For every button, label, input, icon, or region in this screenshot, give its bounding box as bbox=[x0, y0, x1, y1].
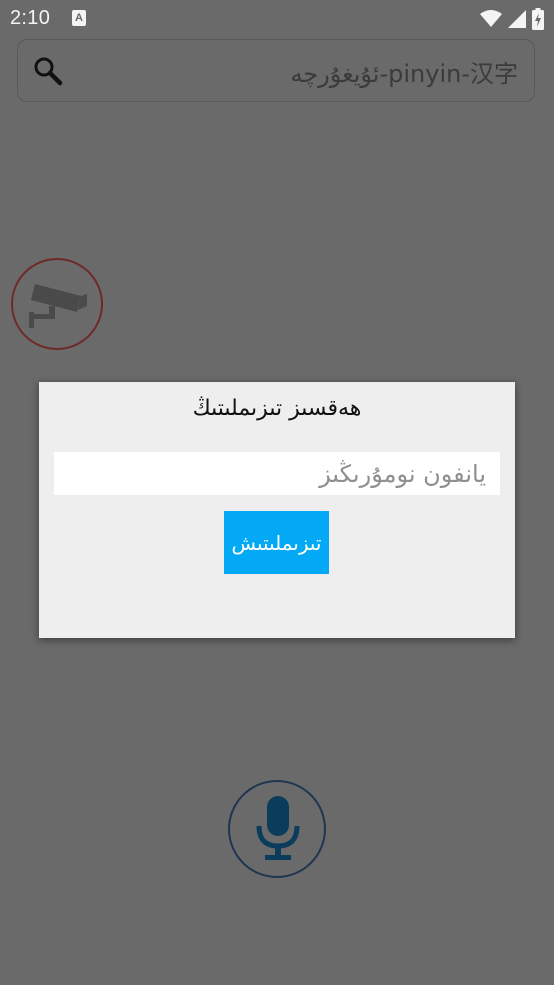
cctv-camera-icon bbox=[29, 284, 87, 328]
a-icon: A bbox=[72, 10, 86, 26]
status-time: 2:10 bbox=[10, 7, 51, 29]
register-button[interactable]: تىزىملىتىش bbox=[224, 511, 329, 574]
camera-button[interactable] bbox=[11, 258, 103, 350]
register-dialog: ھەقسىز تىزىملىتىڭ تىزىملىتىش bbox=[39, 382, 515, 638]
microphone-icon bbox=[256, 796, 300, 860]
search-icon[interactable] bbox=[33, 56, 63, 86]
voice-input-button[interactable] bbox=[228, 780, 326, 878]
signal-icon bbox=[508, 10, 526, 28]
phone-number-input[interactable] bbox=[54, 452, 500, 495]
search-bar[interactable]: ئۇيغۇرچە-pinyin-汉字 bbox=[17, 39, 535, 102]
dialog-title: ھەقسىز تىزىملىتىڭ bbox=[192, 396, 362, 421]
status-bar: 2:10 A bbox=[0, 0, 554, 38]
wifi-icon bbox=[480, 10, 502, 27]
search-input[interactable]: ئۇيغۇرچە-pinyin-汉字 bbox=[290, 54, 518, 89]
status-icons bbox=[480, 8, 544, 30]
battery-charging-icon bbox=[532, 8, 544, 30]
